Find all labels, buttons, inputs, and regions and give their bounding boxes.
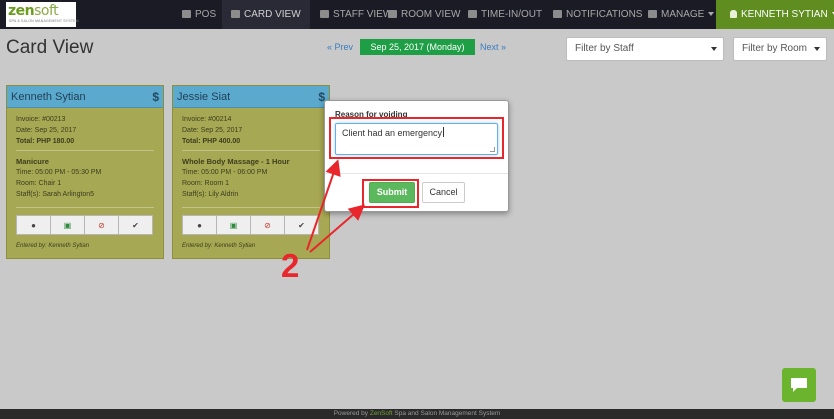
nav-staff-view[interactable]: STAFF VIEW <box>310 0 392 29</box>
nav-time-in-out[interactable]: TIME-IN/OUT <box>468 0 548 29</box>
nav-card-view[interactable]: CARD VIEW <box>222 0 310 29</box>
invoice-number: Invoice: #00213 <box>16 116 66 123</box>
invoice-date: Date: Sep 25, 2017 <box>16 127 77 134</box>
money-icon: ▣ <box>63 220 72 230</box>
entered-by: Entered by: Kenneth Sytian <box>182 243 256 249</box>
void-button[interactable]: ⊘ <box>85 215 119 235</box>
user-icon <box>730 10 737 18</box>
complete-button[interactable]: ✔ <box>119 215 153 235</box>
chevron-down-icon <box>814 47 820 51</box>
nav-notifications[interactable]: NOTIFICATIONS <box>553 0 643 29</box>
money-icon: ▣ <box>229 220 238 230</box>
pos-icon <box>182 10 191 18</box>
eye-icon: ● <box>197 220 202 230</box>
top-navbar: zensoft SPA & SALON MANAGEMENT SYSTEM PO… <box>0 0 834 29</box>
filter-staff-select[interactable]: Filter by Staff <box>566 37 724 61</box>
card-header: Kenneth Sytian $ <box>7 86 163 108</box>
check-icon: ✔ <box>132 220 139 230</box>
payment-button[interactable]: ▣ <box>217 215 251 235</box>
card-divider <box>16 150 154 151</box>
logo-tagline: SPA & SALON MANAGEMENT SYSTEM <box>9 19 79 23</box>
dollar-icon[interactable]: $ <box>152 86 159 108</box>
prev-day-link[interactable]: « Prev <box>327 42 353 52</box>
service-staff: Staff(s): Sarah Arlington5 <box>16 191 95 198</box>
submit-highlight <box>362 179 419 208</box>
customer-name: Jessie Siat <box>177 91 231 103</box>
card-header: Jessie Siat $ <box>173 86 329 108</box>
filter-room-select[interactable]: Filter by Room <box>733 37 827 61</box>
cancel-button[interactable]: Cancel <box>422 182 465 203</box>
footer-brand-link[interactable]: ZenSoft <box>370 410 393 417</box>
card-actions: ● ▣ ⊘ ✔ <box>16 215 153 235</box>
booking-card: Kenneth Sytian $ Invoice: #00213 Date: S… <box>6 85 164 259</box>
service-time: Time: 05:00 PM - 06:00 PM <box>182 169 268 176</box>
textarea-highlight <box>329 117 504 159</box>
zensoft-logo[interactable]: zensoft SPA & SALON MANAGEMENT SYSTEM <box>6 2 79 27</box>
card-divider <box>182 207 320 208</box>
service-room: Room: Room 1 <box>182 180 230 187</box>
ban-icon: ⊘ <box>98 220 105 230</box>
next-day-link[interactable]: Next » <box>480 42 506 52</box>
check-icon: ✔ <box>298 220 305 230</box>
current-date-badge: Sep 25, 2017 (Monday) <box>360 39 475 55</box>
invoice-number: Invoice: #00214 <box>182 116 232 123</box>
view-button[interactable]: ● <box>182 215 217 235</box>
service-room: Room: Chair 1 <box>16 180 62 187</box>
service-name: Manicure <box>16 157 49 166</box>
chevron-down-icon <box>708 12 715 16</box>
step-number: 2 <box>281 247 300 284</box>
user-menu[interactable]: KENNETH SYTIAN <box>716 0 834 29</box>
nav-pos[interactable]: POS <box>176 0 222 29</box>
footer: Powered by ZenSoft Spa and Salon Managem… <box>0 409 834 419</box>
page-title: Card View <box>6 37 94 58</box>
service-staff: Staff(s): Lily Aldrin <box>182 191 239 198</box>
invoice-total: Total: PHP 400.00 <box>182 138 241 145</box>
booking-card: Jessie Siat $ Invoice: #00214 Date: Sep … <box>172 85 330 259</box>
bell-icon <box>553 10 562 18</box>
card-divider <box>182 150 320 151</box>
logo-wordmark: zensoft <box>8 3 59 19</box>
chat-bubble-icon <box>791 378 807 392</box>
complete-button[interactable]: ✔ <box>285 215 319 235</box>
view-button[interactable]: ● <box>16 215 51 235</box>
gear-icon <box>648 10 657 18</box>
nav-manage[interactable]: MANAGE <box>648 0 715 29</box>
eye-icon: ● <box>31 220 36 230</box>
modal-divider <box>325 173 508 174</box>
chevron-down-icon <box>711 47 717 51</box>
staff-view-icon <box>320 10 329 18</box>
card-actions: ● ▣ ⊘ ✔ <box>182 215 319 235</box>
card-view-icon <box>231 10 240 18</box>
customer-name: Kenneth Sytian <box>11 91 86 103</box>
invoice-date: Date: Sep 25, 2017 <box>182 127 243 134</box>
nav-room-view[interactable]: ROOM VIEW <box>388 0 464 29</box>
clock-icon <box>468 10 477 18</box>
ban-icon: ⊘ <box>264 220 271 230</box>
payment-button[interactable]: ▣ <box>51 215 85 235</box>
room-view-icon <box>388 10 397 18</box>
card-divider <box>16 207 154 208</box>
invoice-total: Total: PHP 180.00 <box>16 138 75 145</box>
service-name: Whole Body Massage - 1 Hour <box>182 157 290 166</box>
chat-button[interactable] <box>782 368 816 402</box>
void-button[interactable]: ⊘ <box>251 215 285 235</box>
service-time: Time: 05:00 PM - 05:30 PM <box>16 169 102 176</box>
entered-by: Entered by: Kenneth Sytian <box>16 243 90 249</box>
